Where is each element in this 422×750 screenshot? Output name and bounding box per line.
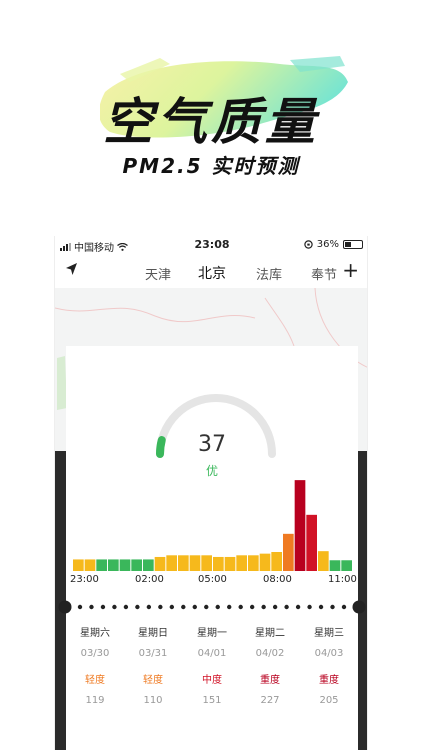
day-date: 03/31 bbox=[138, 648, 168, 659]
day-name: 星期日 bbox=[138, 628, 168, 639]
promo-subtitle: PM2.5 实时预测 bbox=[122, 154, 300, 178]
add-city-button[interactable]: + bbox=[342, 258, 359, 282]
timeline-dot[interactable] bbox=[249, 604, 255, 610]
timeline-dot[interactable] bbox=[192, 604, 197, 610]
aqi-bar bbox=[259, 553, 271, 571]
tick-label: 11:00 bbox=[328, 574, 357, 585]
timeline-dot[interactable] bbox=[169, 604, 175, 610]
day-aqi: 227 bbox=[260, 695, 280, 706]
timeline-dot[interactable] bbox=[284, 604, 289, 610]
tick-label: 23:00 bbox=[70, 574, 99, 585]
aqi-bar bbox=[154, 556, 166, 571]
aqi-bar bbox=[166, 555, 177, 571]
tab-faku[interactable]: 法库 bbox=[256, 264, 282, 283]
day-aqi: 110 bbox=[143, 695, 163, 706]
timeline-dot[interactable] bbox=[146, 604, 152, 610]
timeline-dot[interactable] bbox=[204, 604, 209, 610]
status-right: 36% bbox=[304, 239, 363, 250]
timeline-dot[interactable] bbox=[100, 604, 106, 610]
day-aqi: 119 bbox=[85, 695, 105, 706]
phone-screen: 中国移动 23:08 36% 天津 北京 法库 奉节 + 37 优 23:00 … bbox=[54, 236, 368, 750]
aqi-bar bbox=[306, 514, 317, 571]
promo-title: 空气质量 bbox=[103, 93, 319, 151]
aqi-value: 37 bbox=[198, 432, 226, 457]
aqi-bar bbox=[189, 555, 201, 571]
aqi-bar bbox=[248, 555, 259, 571]
aqi-bar bbox=[318, 551, 329, 571]
hourly-aqi-chart bbox=[73, 480, 352, 571]
timeline-dot[interactable] bbox=[272, 604, 278, 610]
timeline-dot[interactable] bbox=[318, 604, 324, 610]
aqi-bar bbox=[119, 559, 131, 571]
timeline-end-handle[interactable] bbox=[352, 600, 366, 614]
timeline-dot[interactable] bbox=[227, 604, 232, 610]
timeline-dot[interactable] bbox=[330, 604, 335, 610]
timeline-dot[interactable] bbox=[89, 604, 94, 610]
timeline-dot[interactable] bbox=[261, 604, 266, 610]
day-level: 轻度 bbox=[143, 675, 163, 686]
day-aqi: 205 bbox=[319, 695, 339, 706]
day-date: 04/03 bbox=[314, 648, 344, 659]
city-nav: 天津 北京 法库 奉节 + bbox=[55, 256, 367, 286]
day-date: 03/30 bbox=[80, 648, 110, 659]
day-level: 重度 bbox=[319, 675, 339, 686]
aqi-bar bbox=[73, 559, 84, 571]
timeline-dot[interactable] bbox=[215, 604, 220, 610]
timeline-dot[interactable] bbox=[341, 604, 347, 610]
timeline-dot[interactable] bbox=[238, 604, 243, 610]
location-arrow-icon[interactable] bbox=[65, 262, 79, 276]
day-date: 04/01 bbox=[197, 648, 227, 659]
aqi-bar bbox=[201, 555, 212, 571]
timeline-dot[interactable] bbox=[77, 604, 83, 610]
timeline-dots[interactable] bbox=[58, 600, 366, 614]
aqi-bar bbox=[213, 556, 224, 571]
aqi-bar bbox=[329, 560, 341, 571]
aqi-bar bbox=[143, 559, 154, 571]
day-aqi: 151 bbox=[202, 695, 222, 706]
day-level: 轻度 bbox=[85, 675, 105, 686]
aqi-bar bbox=[271, 552, 282, 571]
tick-label: 02:00 bbox=[135, 574, 164, 585]
timeline-dot[interactable] bbox=[295, 604, 301, 610]
day-date: 04/02 bbox=[255, 648, 285, 659]
aqi-bar bbox=[341, 560, 352, 571]
day-name: 星期二 bbox=[255, 628, 285, 639]
battery-percent: 36% bbox=[316, 239, 339, 250]
aqi-bar bbox=[224, 556, 236, 571]
aqi-bar bbox=[108, 559, 119, 571]
timeline-start-handle[interactable] bbox=[58, 600, 72, 614]
rotation-lock-icon bbox=[304, 240, 313, 249]
aqi-bar bbox=[84, 559, 96, 571]
day-level: 中度 bbox=[202, 675, 222, 686]
promo-banner: 空气质量 PM2.5 实时预测 bbox=[0, 0, 422, 236]
tick-label: 08:00 bbox=[263, 574, 292, 585]
battery-icon bbox=[343, 240, 363, 249]
tab-fengjie[interactable]: 奉节 bbox=[311, 264, 337, 283]
timeline-dot[interactable] bbox=[181, 604, 186, 610]
timeline-dot[interactable] bbox=[135, 604, 140, 610]
aqi-bar bbox=[131, 559, 142, 571]
aqi-bar bbox=[236, 555, 247, 571]
day-name: 星期六 bbox=[80, 628, 110, 639]
aqi-card: 37 优 23:00 02:00 05:00 08:00 11:00 星期六 0… bbox=[58, 346, 366, 750]
aqi-bar bbox=[294, 480, 306, 571]
tab-tianjin[interactable]: 天津 bbox=[145, 264, 171, 283]
x-axis-ticks: 23:00 02:00 05:00 08:00 11:00 bbox=[66, 574, 358, 588]
aqi-bar bbox=[283, 533, 294, 571]
aqi-bar bbox=[96, 559, 107, 571]
timeline-dot[interactable] bbox=[123, 604, 129, 610]
day-level: 重度 bbox=[260, 675, 280, 686]
timeline-dot[interactable] bbox=[112, 604, 117, 610]
timeline-dot[interactable] bbox=[158, 604, 163, 610]
timeline-dot[interactable] bbox=[307, 604, 312, 610]
day-name: 星期一 bbox=[197, 628, 227, 639]
status-bar: 中国移动 23:08 36% bbox=[55, 236, 367, 254]
tick-label: 05:00 bbox=[198, 574, 227, 585]
aqi-bar bbox=[178, 555, 189, 571]
tab-beijing[interactable]: 北京 bbox=[198, 263, 226, 283]
day-name: 星期三 bbox=[314, 628, 344, 639]
